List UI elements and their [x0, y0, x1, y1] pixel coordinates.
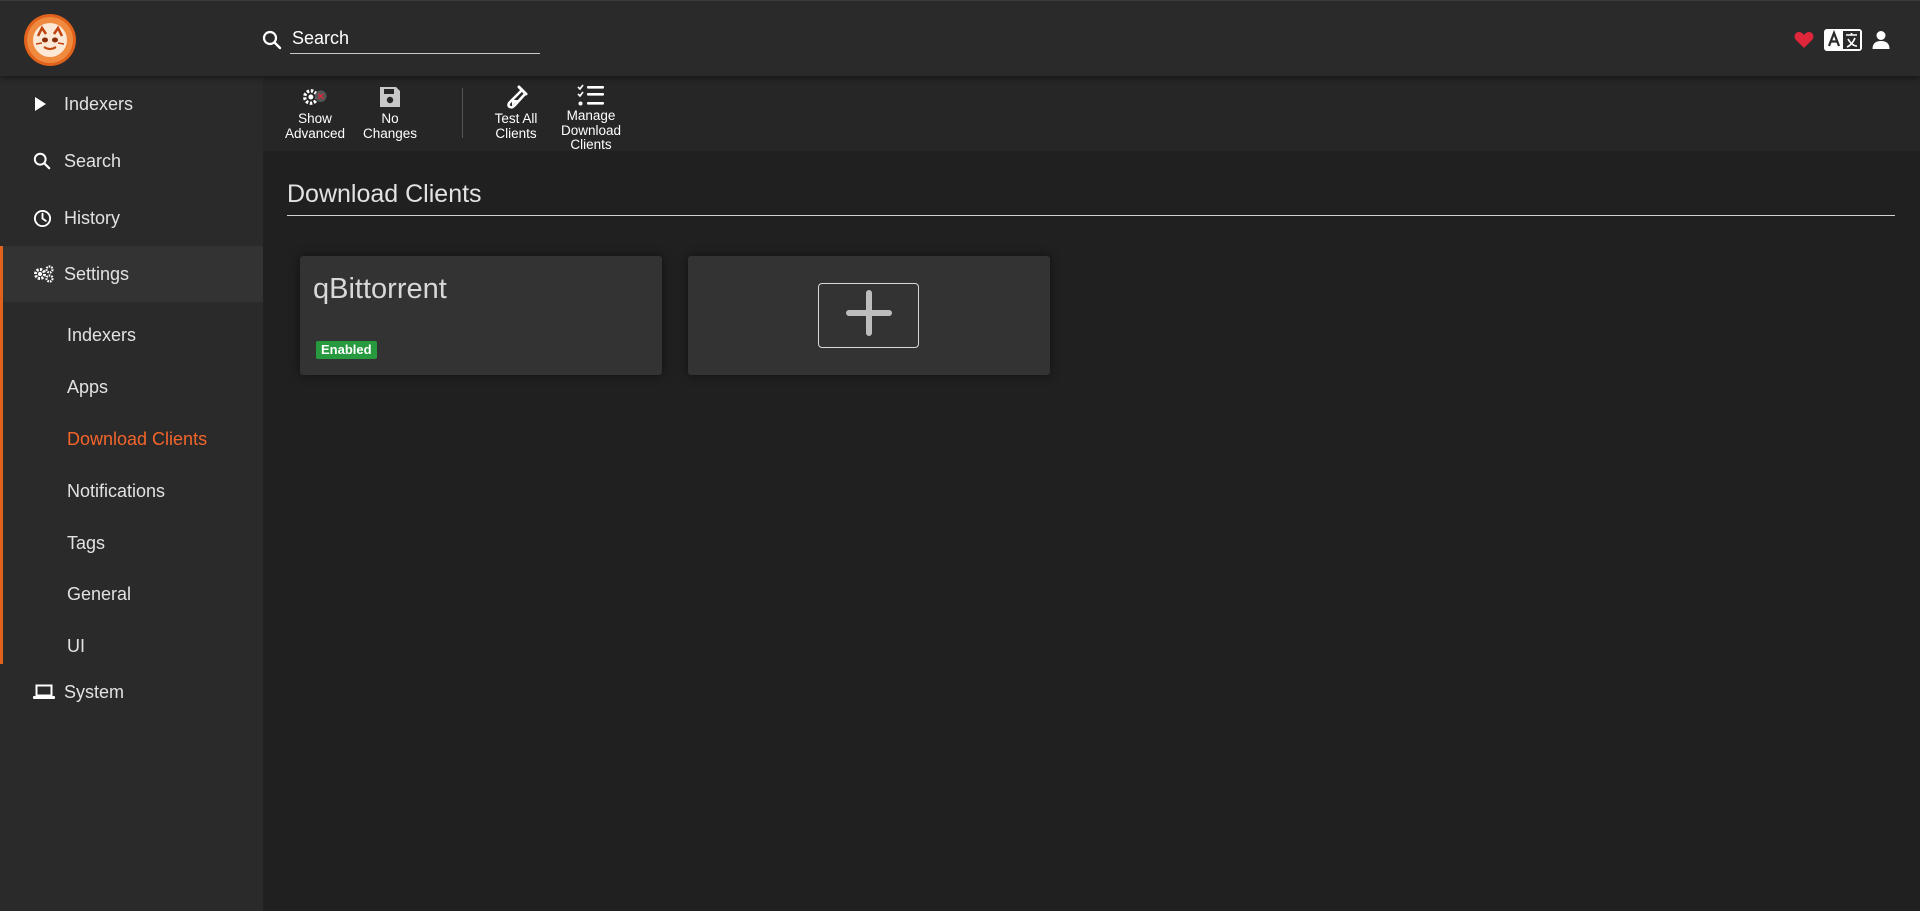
search-input[interactable]: [290, 27, 540, 54]
header-actions: [1794, 27, 1890, 53]
list-check-icon: [577, 83, 605, 109]
show-advanced-button[interactable]: Show Advanced: [280, 84, 350, 141]
search-icon: [262, 30, 282, 50]
sidebar-subitem-ui[interactable]: UI: [67, 635, 85, 657]
save-button[interactable]: No Changes: [355, 84, 425, 141]
sidebar-item-label: Indexers: [64, 93, 134, 114]
sidebar-subitem-download-clients[interactable]: Download Clients: [67, 428, 207, 450]
toolbar-separator: [462, 88, 463, 138]
sidebar-item-search[interactable]: Search: [0, 133, 263, 189]
top-header: [0, 0, 1920, 76]
sidebar-subitem-general[interactable]: General: [67, 583, 131, 605]
sidebar: Indexers Search History Settings Indexer…: [0, 76, 263, 911]
sidebar-item-label: Search: [64, 150, 122, 171]
add-client-button[interactable]: [818, 283, 919, 348]
page-toolbar: Show Advanced No Changes Test All Client…: [263, 76, 1920, 153]
test-all-clients-button[interactable]: Test All Clients: [481, 84, 551, 141]
prowlarr-logo[interactable]: [24, 14, 76, 66]
page-title: Download Clients: [287, 180, 482, 208]
sidebar-item-label: System: [64, 681, 125, 702]
sidebar-subitem-apps[interactable]: Apps: [67, 376, 108, 398]
title-divider: [287, 215, 1895, 216]
search-icon: [33, 150, 55, 172]
client-name: qBittorrent: [313, 273, 447, 305]
history-icon: [33, 207, 55, 229]
status-badge: Enabled: [316, 341, 377, 359]
laptop-icon: [33, 681, 55, 703]
sidebar-subitem-notifications[interactable]: Notifications: [67, 480, 165, 502]
toolbar-label: No Changes: [362, 111, 418, 141]
heart-icon[interactable]: [1794, 31, 1814, 49]
sidebar-item-label: History: [64, 207, 121, 228]
search-box: [262, 27, 540, 55]
toolbar-label: Test All Clients: [494, 111, 538, 141]
plus-icon: [845, 289, 893, 342]
cog-toggle-icon: [301, 84, 329, 110]
settings-submenu: Indexers Apps Download Clients Notificat…: [0, 246, 263, 664]
download-client-card[interactable]: qBittorrent Enabled: [300, 256, 662, 375]
sidebar-subitem-indexers[interactable]: Indexers: [67, 324, 136, 346]
toolbar-label: Manage Download Clients: [560, 108, 622, 152]
translate-icon[interactable]: [1824, 28, 1862, 52]
toolbar-label: Show Advanced: [284, 111, 346, 141]
manage-download-clients-button[interactable]: Manage Download Clients: [556, 83, 626, 153]
sidebar-item-history[interactable]: History: [0, 190, 263, 246]
save-icon: [376, 84, 404, 110]
sidebar-subitem-tags[interactable]: Tags: [67, 532, 105, 554]
sidebar-item-system[interactable]: System: [0, 664, 263, 720]
sidebar-item-indexers[interactable]: Indexers: [0, 76, 263, 132]
play-icon: [33, 93, 55, 115]
user-icon[interactable]: [1872, 30, 1890, 50]
add-download-client-card[interactable]: [688, 256, 1050, 375]
test-tube-icon: [502, 84, 530, 110]
